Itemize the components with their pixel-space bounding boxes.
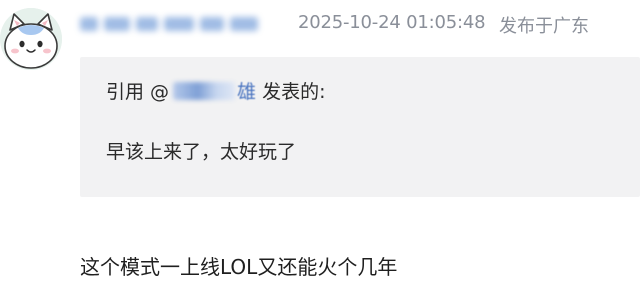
post-location: 发布于广东 [499, 16, 589, 37]
cat-avatar-icon [0, 8, 62, 70]
username-blur-segment [104, 17, 130, 31]
reply-text: 这个模式一上线LOL又还能火个几年 [80, 255, 398, 279]
quoted-user-blur [173, 81, 236, 100]
username-blur-segment [80, 17, 98, 31]
username-blur-segment [136, 17, 158, 31]
username-blur-segment [164, 17, 194, 31]
quote-prefix: 引用 @ [106, 81, 170, 103]
quoted-user-suffix: 雄 [237, 81, 257, 103]
username-blur-segment [200, 17, 224, 31]
quote-text: 早该上来了，太好玩了 [106, 141, 297, 163]
username-blurred[interactable] [80, 13, 280, 35]
username-blur-segment [230, 17, 258, 31]
avatar[interactable] [0, 8, 62, 70]
quote-header: 引用 @ 雄 发表的: [106, 77, 325, 104]
quoted-user-link[interactable]: 雄 [173, 77, 256, 104]
quote-box: 引用 @ 雄 发表的: 早该上来了，太好玩了 [80, 57, 640, 197]
post-timestamp: 2025-10-24 01:05:48 [298, 12, 486, 33]
quote-suffix: 发表的: [262, 81, 326, 103]
